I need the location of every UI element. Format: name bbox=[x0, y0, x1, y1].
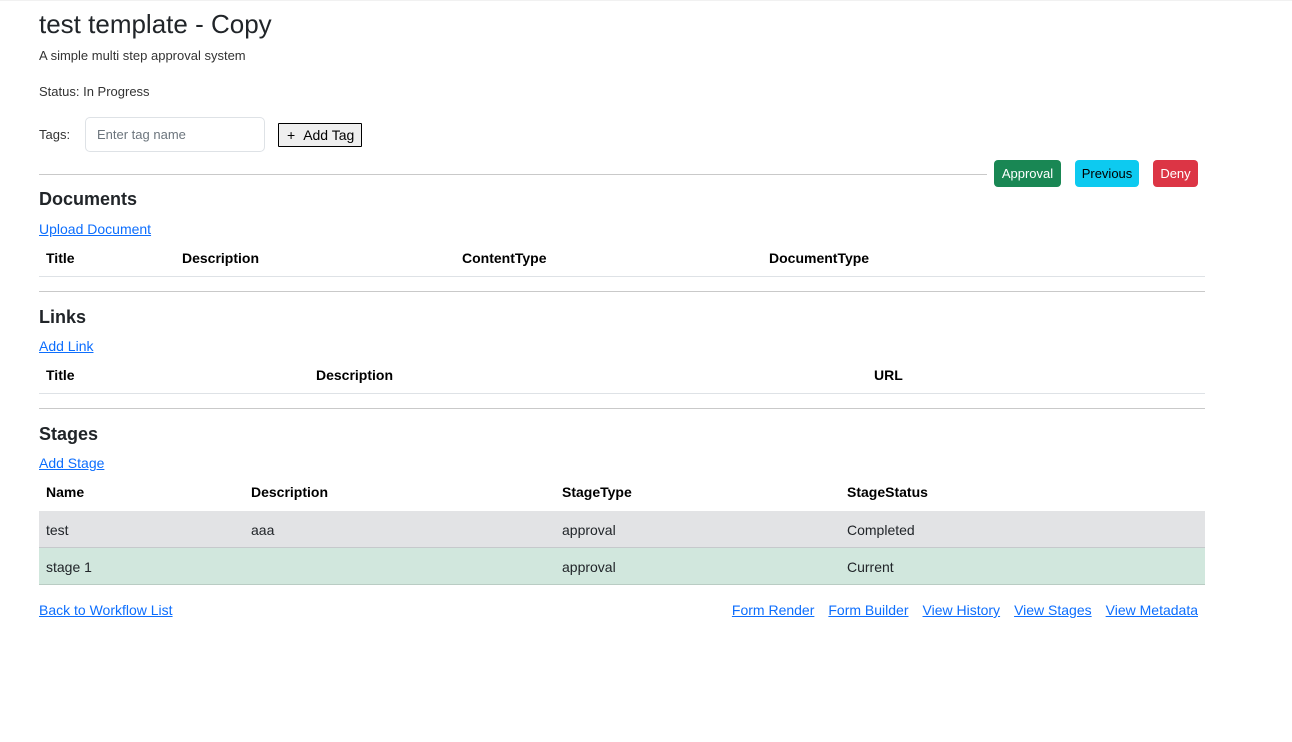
view-stages-link[interactable]: View Stages bbox=[1014, 602, 1092, 618]
stages-col-stagestatus: StageStatus bbox=[847, 484, 928, 500]
documents-col-title: Title bbox=[46, 250, 75, 266]
stages-col-name: Name bbox=[46, 484, 85, 500]
table-header-border bbox=[39, 276, 1205, 277]
page-subtitle: A simple multi step approval system bbox=[39, 48, 246, 63]
stages-heading: Stages bbox=[39, 424, 99, 444]
table-row: test aaa approval Completed bbox=[39, 511, 1205, 548]
stage-type: approval bbox=[562, 559, 616, 575]
divider bbox=[39, 291, 1205, 292]
tag-name-input[interactable] bbox=[85, 117, 265, 152]
links-heading: Links bbox=[39, 307, 87, 327]
form-render-link[interactable]: Form Render bbox=[732, 602, 814, 618]
stages-col-stagetype: StageType bbox=[562, 484, 632, 500]
plus-icon: + bbox=[287, 127, 296, 143]
divider bbox=[39, 174, 987, 175]
documents-heading: Documents bbox=[39, 189, 138, 209]
documents-col-documenttype: DocumentType bbox=[769, 250, 870, 266]
top-border bbox=[0, 0, 1292, 1]
footer-nav: Form Render Form Builder View History Vi… bbox=[732, 602, 1198, 618]
stage-type: approval bbox=[562, 522, 616, 538]
approval-button[interactable]: Approval bbox=[994, 160, 1061, 187]
documents-col-contenttype: ContentType bbox=[462, 250, 547, 266]
links-col-title: Title bbox=[46, 367, 75, 383]
view-history-link[interactable]: View History bbox=[923, 602, 1001, 618]
upload-document-link[interactable]: Upload Document bbox=[39, 221, 151, 237]
stage-description: aaa bbox=[251, 522, 275, 538]
back-to-workflow-list-link[interactable]: Back to Workflow List bbox=[39, 602, 173, 618]
form-builder-link[interactable]: Form Builder bbox=[828, 602, 908, 618]
stage-name: stage 1 bbox=[46, 559, 92, 575]
add-link-link[interactable]: Add Link bbox=[39, 338, 93, 354]
page-title: test template - Copy bbox=[39, 9, 272, 39]
tags-label: Tags: bbox=[39, 127, 71, 142]
links-col-url: URL bbox=[874, 367, 903, 383]
documents-col-description: Description bbox=[182, 250, 260, 266]
workflow-status: Status: In Progress bbox=[39, 84, 150, 99]
stage-status: Completed bbox=[847, 522, 915, 538]
add-tag-button[interactable]: + Add Tag bbox=[278, 123, 363, 147]
table-row: stage 1 approval Current bbox=[39, 548, 1205, 585]
add-tag-label: Add Tag bbox=[303, 127, 355, 143]
deny-button[interactable]: Deny bbox=[1153, 160, 1198, 187]
previous-button[interactable]: Previous bbox=[1075, 160, 1139, 187]
stage-name: test bbox=[46, 522, 69, 538]
divider bbox=[39, 408, 1205, 409]
stage-status: Current bbox=[847, 559, 894, 575]
links-col-description: Description bbox=[316, 367, 394, 383]
stages-col-description: Description bbox=[251, 484, 329, 500]
add-stage-link[interactable]: Add Stage bbox=[39, 455, 104, 471]
table-header-border bbox=[39, 393, 1205, 394]
view-metadata-link[interactable]: View Metadata bbox=[1106, 602, 1198, 618]
